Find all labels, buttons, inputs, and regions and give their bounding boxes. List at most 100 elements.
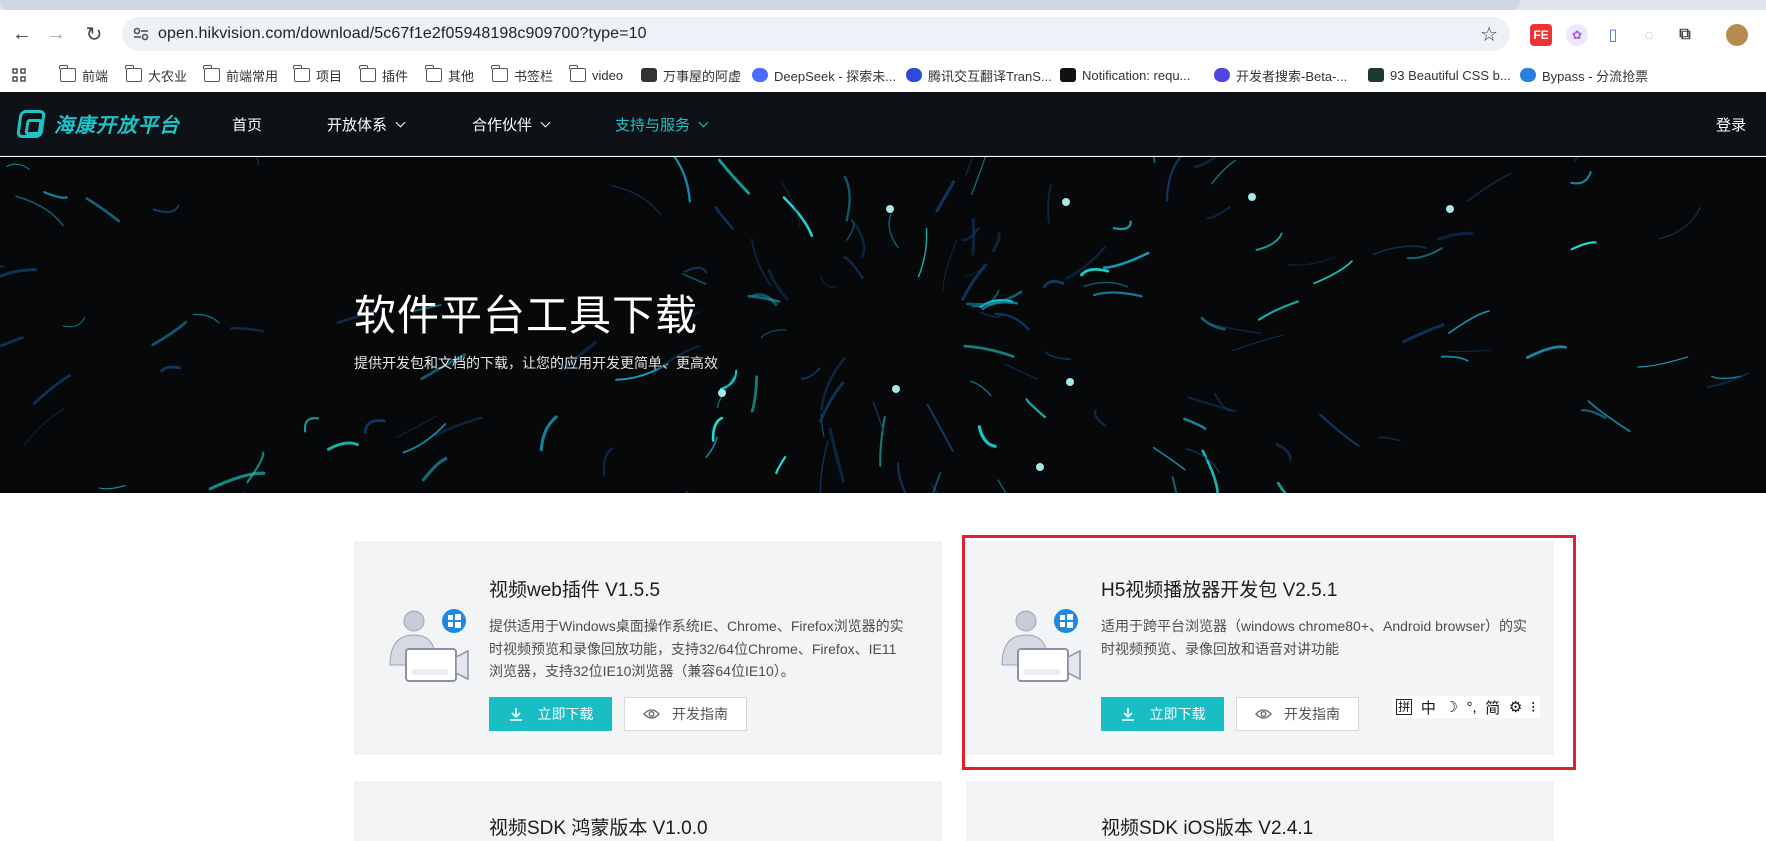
hero-streak	[762, 330, 786, 338]
back-arrow-icon[interactable]: ←	[10, 22, 34, 46]
fe-extension-icon[interactable]: FE	[1530, 24, 1552, 46]
bookmark-link[interactable]: Notification: requ...	[1060, 64, 1190, 86]
ai-extension-icon[interactable]: ✿	[1566, 24, 1588, 46]
bookmark-link[interactable]: Bypass - 分流抢票	[1520, 64, 1648, 86]
hero-streak	[1154, 448, 1186, 470]
ime-more-icon[interactable]: ⁝	[1531, 698, 1536, 716]
hero-glow-dot	[718, 389, 726, 397]
reader-extension-icon[interactable]: ▯	[1602, 24, 1624, 46]
download-card: H5视频播放器开发包 V2.5.1 适用于跨平台浏览器（windows chro…	[966, 541, 1554, 755]
site-logo[interactable]: 海康开放平台	[18, 109, 180, 138]
hero-streak	[1195, 157, 1215, 167]
ime-moon-icon[interactable]: ☽	[1444, 698, 1457, 716]
bookmark-label: 其他	[448, 66, 474, 85]
css-favicon-icon	[1368, 68, 1384, 82]
hero-streak	[7, 164, 30, 169]
bookmark-star-icon[interactable]: ☆	[1480, 22, 1498, 47]
hero-streak	[1046, 352, 1070, 359]
reload-icon[interactable]: ↻	[82, 22, 106, 46]
bookmark-folder[interactable]: video	[570, 64, 623, 86]
ime-punctuation-icon[interactable]: °,	[1467, 699, 1477, 716]
apps-grid-icon[interactable]	[12, 64, 26, 86]
hero-streak	[100, 486, 125, 489]
bookmark-folder[interactable]: 项目	[294, 64, 342, 86]
hero-streak	[87, 198, 119, 221]
hero-streak	[1066, 247, 1105, 279]
bookmark-link[interactable]: 开发者搜索-Beta-...	[1214, 64, 1347, 86]
hikvision-logo-icon	[16, 110, 46, 138]
nav-home[interactable]: 首页	[232, 114, 262, 135]
hero-streak	[1167, 157, 1185, 201]
hero-streak	[1173, 477, 1180, 493]
extensions-puzzle-icon[interactable]: ⧉	[1674, 24, 1696, 46]
bookmarks-bar: 前端 大农业 前端常用 项目 插件 其他 书签栏 video 万事屋的阿虚 De…	[0, 58, 1766, 92]
bookmark-label: 腾讯交互翻译TranS...	[928, 66, 1052, 85]
forward-arrow-icon[interactable]: →	[44, 22, 68, 46]
download-button[interactable]: 立即下载	[489, 697, 612, 731]
bookmark-link[interactable]: 万事屋的阿虚	[641, 64, 741, 86]
hero-streak	[919, 229, 927, 277]
bookmark-folder[interactable]: 前端	[60, 64, 108, 86]
h5-player-icon	[996, 605, 1082, 687]
bookmark-link[interactable]: 腾讯交互翻译TranS...	[906, 64, 1052, 86]
bookmark-label: DeepSeek - 探索未...	[774, 66, 896, 85]
login-link[interactable]: 登录	[1716, 114, 1746, 135]
hero-streak	[1084, 282, 1127, 287]
nav-partners[interactable]: 合作伙伴	[472, 114, 549, 135]
address-bar[interactable]: open.hikvision.com/download/5c67f1e2f059…	[122, 17, 1510, 51]
bookmark-folder[interactable]: 大农业	[126, 64, 187, 86]
site-settings-icon[interactable]	[132, 25, 150, 43]
card-title: 视频SDK 鸿蒙版本 V1.0.0	[489, 813, 708, 840]
hero-background-art	[0, 157, 1766, 493]
hero-streak	[1259, 302, 1298, 320]
bookmark-link[interactable]: 93 Beautiful CSS b...	[1368, 64, 1511, 86]
hero-streak	[63, 317, 85, 326]
bookmark-folder[interactable]: 插件	[360, 64, 408, 86]
hero-streak	[1589, 401, 1630, 431]
dev-guide-button-label: 开发指南	[672, 704, 728, 724]
nav-support[interactable]: 支持与服务	[615, 114, 707, 135]
hero-streak	[305, 418, 318, 431]
hero-streak	[1571, 172, 1590, 183]
bookmark-folder[interactable]: 其他	[426, 64, 474, 86]
active-tab-edge[interactable]	[0, 0, 1520, 10]
nav-open-system[interactable]: 开放体系	[327, 114, 404, 135]
ime-chinese-mode[interactable]: 中	[1421, 697, 1436, 718]
bookmark-label: 项目	[316, 66, 342, 85]
wanshiwu-favicon-icon	[641, 68, 657, 82]
chat-extension-icon[interactable]: ◌	[1638, 24, 1660, 46]
bookmark-link[interactable]: DeepSeek - 探索未...	[752, 64, 896, 86]
bookmark-label: 大农业	[148, 66, 187, 85]
bookmark-folder[interactable]: 前端常用	[204, 64, 278, 86]
hero-streak	[847, 220, 854, 240]
hero-streak	[769, 270, 787, 299]
hero-streak	[404, 424, 446, 453]
hero-streak	[1, 338, 22, 346]
dev-guide-button-label: 开发指南	[1284, 704, 1340, 724]
hero-streak	[423, 459, 445, 480]
ime-settings-gear-icon[interactable]: ⚙	[1509, 698, 1522, 716]
chevron-down-icon	[541, 118, 551, 128]
hero-streak	[821, 276, 837, 287]
hero-streak	[979, 427, 995, 447]
site-header: 海康开放平台 首页 开放体系 合作伙伴 支持与服务 登录	[0, 92, 1766, 156]
hero-glow-dot	[1036, 463, 1044, 471]
hero-streak	[1278, 483, 1304, 493]
bookmark-label: 插件	[382, 66, 408, 85]
ime-pinyin-icon[interactable]: 拼	[1396, 699, 1412, 715]
dev-guide-button[interactable]: 开发指南	[1236, 697, 1359, 731]
profile-avatar[interactable]	[1726, 24, 1748, 46]
dev-guide-button[interactable]: 开发指南	[624, 697, 747, 731]
folder-icon	[426, 68, 442, 82]
hero-streak	[898, 463, 915, 493]
hero-streak	[802, 368, 820, 378]
hero-streak	[1104, 253, 1148, 268]
folder-icon	[294, 68, 310, 82]
bookmark-folder[interactable]: 书签栏	[492, 64, 553, 86]
ime-simplified-mode[interactable]: 简	[1485, 697, 1500, 718]
eye-icon	[1255, 708, 1272, 720]
hero-streak	[162, 367, 180, 371]
hero-streak	[971, 381, 991, 395]
download-button[interactable]: 立即下载	[1101, 697, 1224, 731]
hero-glow-dot	[892, 385, 900, 393]
